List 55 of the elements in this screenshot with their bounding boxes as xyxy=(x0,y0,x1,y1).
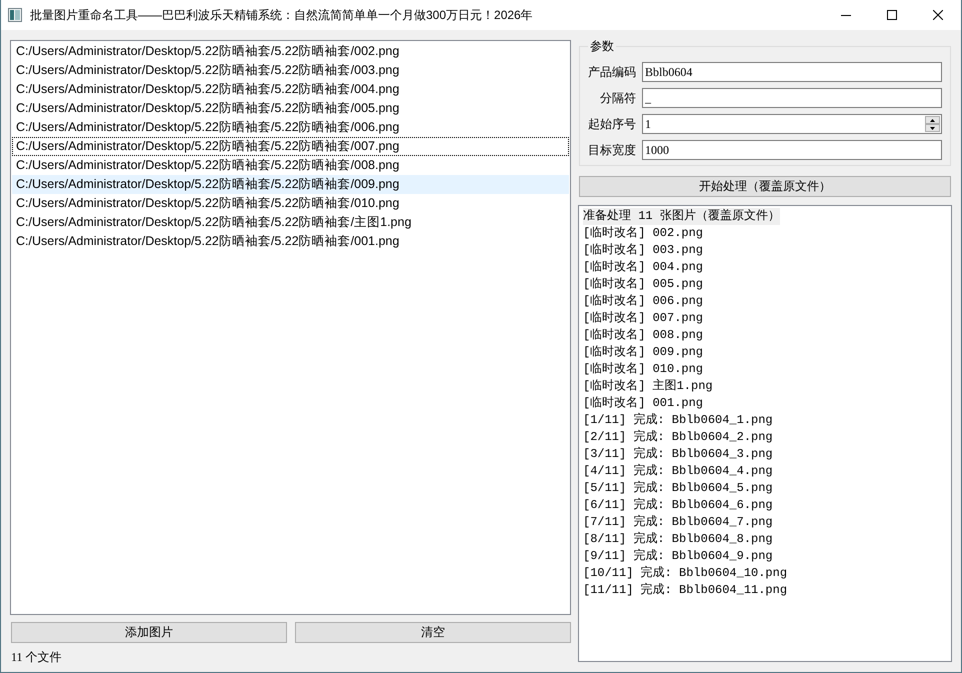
file-list-item[interactable]: C:/Users/Administrator/Desktop/5.22防晒袖套/5.22防晒袖套/005.png xyxy=(12,99,569,118)
spin-down-button[interactable] xyxy=(925,124,940,132)
down-triangle-icon xyxy=(930,126,935,130)
file-list-item[interactable]: C:/Users/Administrator/Desktop/5.22防晒袖套/5.22防晒袖套/003.png xyxy=(12,61,569,80)
file-list-item[interactable]: C:/Users/Administrator/Desktop/5.22防晒袖套/5.22防晒袖套/006.png xyxy=(12,118,569,137)
log-line: [2/11] 完成: Bblb0604_2.png xyxy=(583,429,773,446)
file-list-item[interactable]: C:/Users/Administrator/Desktop/5.22防晒袖套/5.22防晒袖套/009.png xyxy=(12,175,569,194)
add-images-button[interactable]: 添加图片 xyxy=(11,622,287,643)
log-line: [1/11] 完成: Bblb0604_1.png xyxy=(583,412,773,429)
app-window-icon xyxy=(8,8,22,22)
close-icon xyxy=(933,10,943,20)
log-line: [临时改名] 010.png xyxy=(583,361,704,378)
log-line: [10/11] 完成: Bblb0604_10.png xyxy=(583,565,788,582)
spin-up-button[interactable] xyxy=(925,116,940,124)
file-list-item[interactable]: C:/Users/Administrator/Desktop/5.22防晒袖套/5.22防晒袖套/008.png xyxy=(12,156,569,175)
log-line: [临时改名] 001.png xyxy=(583,395,704,412)
log-line: [临时改名] 004.png xyxy=(583,259,704,276)
log-line: [7/11] 完成: Bblb0604_7.png xyxy=(583,514,773,531)
log-line: [5/11] 完成: Bblb0604_5.png xyxy=(583,480,773,497)
log-line: [临时改名] 005.png xyxy=(583,276,704,293)
text-field[interactable]: _ xyxy=(642,88,942,108)
minimize-icon xyxy=(841,14,851,16)
log-line: [9/11] 完成: Bblb0604_9.png xyxy=(583,548,773,565)
log-line: [临时改名] 002.png xyxy=(583,225,704,242)
start-button[interactable]: 开始处理（覆盖原文件） xyxy=(579,176,951,197)
log-line: [11/11] 完成: Bblb0604_11.png xyxy=(583,582,788,599)
log-line: [临时改名] 003.png xyxy=(583,242,704,259)
log-line: [临时改名] 008.png xyxy=(583,327,704,344)
clear-button[interactable]: 清空 xyxy=(295,622,571,643)
window-title: 批量图片重命名工具——巴巴利波乐天精铺系统：自然流简简单单一个月做300万日元！2026年 xyxy=(30,6,534,24)
log-line: [临时改名] 009.png xyxy=(583,344,704,361)
group-title: 参数 xyxy=(589,40,615,52)
field-label: 起始序号 xyxy=(588,116,636,133)
field-label: 目标宽度 xyxy=(588,142,636,159)
log-line: [6/11] 完成: Bblb0604_6.png xyxy=(583,497,773,514)
log-line: [8/11] 完成: Bblb0604_8.png xyxy=(583,531,773,548)
file-list-item[interactable]: C:/Users/Administrator/Desktop/5.22防晒袖套/5.22防晒袖套/001.png xyxy=(12,232,569,251)
log-line: [临时改名] 主图1.png xyxy=(583,378,713,395)
file-count-label: 11 个文件 xyxy=(11,650,62,665)
field-label: 分隔符 xyxy=(599,90,636,107)
log-line: [临时改名] 007.png xyxy=(583,310,704,327)
file-list-item[interactable]: C:/Users/Administrator/Desktop/5.22防晒袖套/5.22防晒袖套/004.png xyxy=(12,80,569,99)
text-field[interactable]: 1000 xyxy=(642,140,942,160)
field-label: 产品编码 xyxy=(588,64,636,81)
file-list-item[interactable]: C:/Users/Administrator/Desktop/5.22防晒袖套/5.22防晒袖套/007.png xyxy=(12,137,569,156)
maximize-icon xyxy=(887,10,897,20)
up-triangle-icon xyxy=(930,118,935,122)
log-line: [3/11] 完成: Bblb0604_3.png xyxy=(583,446,773,463)
file-list-item[interactable]: C:/Users/Administrator/Desktop/5.22防晒袖套/5.22防晒袖套/010.png xyxy=(12,194,569,213)
number-field[interactable]: 1 xyxy=(642,114,942,134)
text-field[interactable]: Bblb0604 xyxy=(642,62,942,82)
log-line: [4/11] 完成: Bblb0604_4.png xyxy=(583,463,773,480)
file-list-item[interactable]: C:/Users/Administrator/Desktop/5.22防晒袖套/5.22防晒袖套/002.png xyxy=(12,42,569,61)
file-list-item[interactable]: C:/Users/Administrator/Desktop/5.22防晒袖套/5.22防晒袖套/主图1.png xyxy=(12,213,569,232)
log-line: [临时改名] 006.png xyxy=(583,293,704,310)
